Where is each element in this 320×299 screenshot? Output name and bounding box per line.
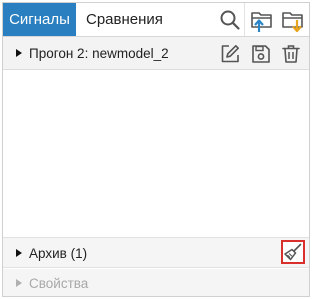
properties-label: Свойства [29,276,89,291]
trash-icon [282,44,300,63]
save-run-button[interactable] [246,37,276,70]
panel-header: Сигналы Сравнения [3,3,309,37]
properties-row: Свойства [3,269,309,296]
toolbar-divider [244,3,245,36]
delete-run-button[interactable] [276,37,306,70]
expand-caret-icon[interactable] [16,249,22,257]
run-label: Прогон 2: newmodel_2 [29,46,169,61]
save-icon [252,44,270,63]
tab-comparisons[interactable]: Сравнения [76,3,176,36]
signals-panel: Сигналы Сравнения Прогон 2: newmodel_2 А… [2,2,310,297]
folder-upload-icon [251,11,272,32]
expand-caret-icon[interactable] [16,49,22,57]
clear-archive-button[interactable] [281,240,305,264]
broom-icon [284,243,302,261]
signals-list-area [3,70,309,237]
rename-run-button[interactable] [215,37,245,70]
archive-count: (1) [70,246,88,261]
search-icon [220,10,240,30]
archive-title: Архив [29,246,67,261]
tab-signals[interactable]: Сигналы [3,3,76,36]
search-button[interactable] [214,3,246,36]
expand-caret-icon [16,279,22,287]
load-button[interactable] [247,3,279,36]
archive-row[interactable]: Архив (1) [3,237,309,268]
folder-download-icon [282,11,303,32]
edit-icon [221,44,239,62]
archive-label: Архив (1) [29,238,87,269]
export-button[interactable] [278,3,309,36]
run-row[interactable]: Прогон 2: newmodel_2 [3,37,309,70]
